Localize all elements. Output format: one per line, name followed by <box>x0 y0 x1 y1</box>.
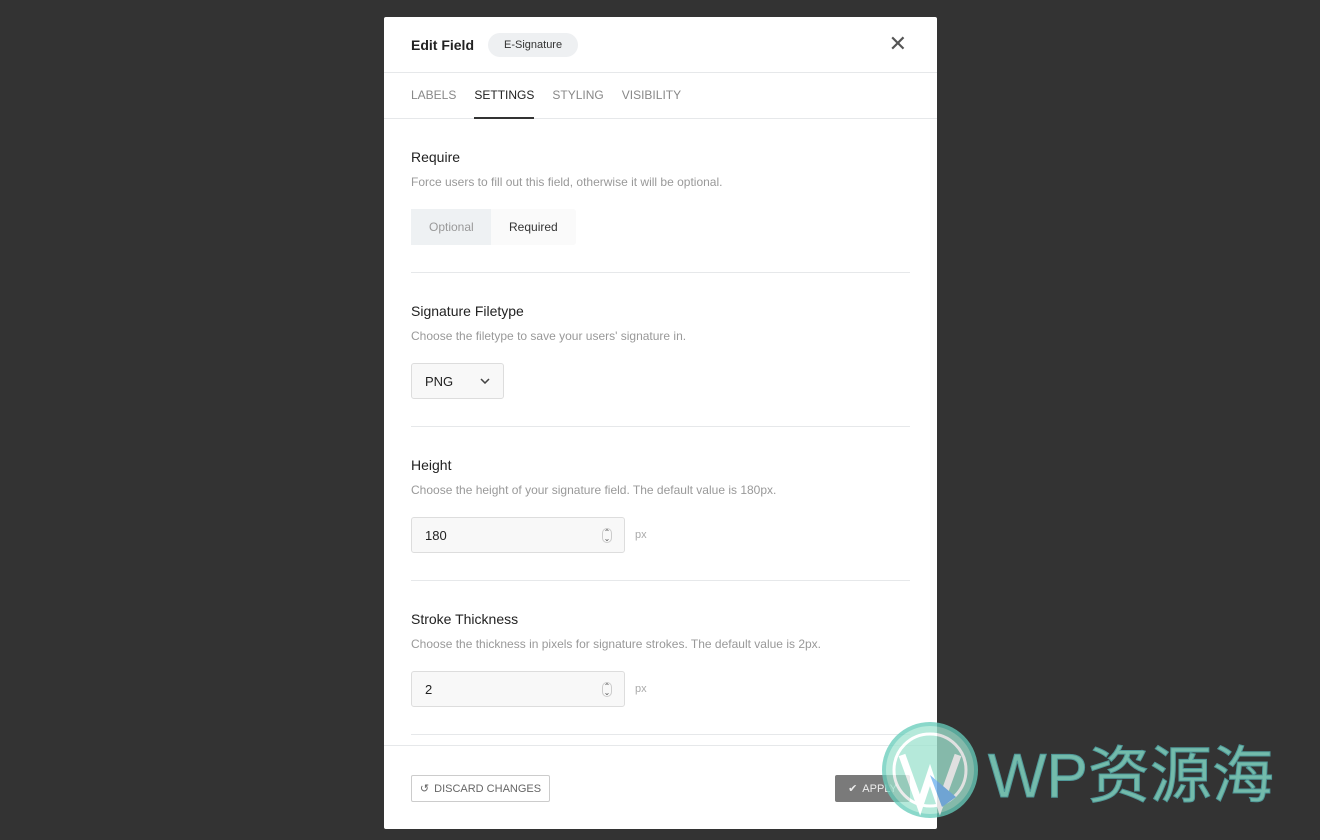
filetype-select[interactable]: PNG <box>411 363 504 399</box>
required-option[interactable]: Required <box>491 209 576 245</box>
close-icon[interactable]: ✕ <box>889 33 907 55</box>
filetype-value: PNG <box>425 373 454 389</box>
section-title: Stroke Thickness <box>411 611 519 627</box>
stroke-input[interactable]: 2 ⌃ ⌄ <box>411 671 625 707</box>
section-description: Choose the thickness in pixels for signa… <box>411 637 821 651</box>
undo-icon: ↺ <box>419 783 430 795</box>
height-section: Height Choose the height of your signatu… <box>411 427 910 581</box>
spinner-icon[interactable]: ⌃ ⌄ <box>602 681 612 697</box>
modal-title: Edit Field <box>411 36 474 53</box>
stroke-value: 2 <box>425 681 433 697</box>
tab-visibility[interactable]: VISIBILITY <box>622 73 681 119</box>
tab-settings[interactable]: SETTINGS <box>474 73 535 119</box>
section-description: Choose the height of your signature fiel… <box>411 483 777 497</box>
discard-label: DISCARD CHANGES <box>434 782 542 795</box>
section-title: Height <box>411 457 452 473</box>
modal-footer: ↺ DISCARD CHANGES ✔ APPLY <box>384 745 937 829</box>
modal-header: Edit Field E-Signature ✕ <box>384 17 937 73</box>
discard-changes-button[interactable]: ↺ DISCARD CHANGES <box>411 775 550 802</box>
chevron-down-icon <box>480 378 490 384</box>
section-title: Signature Filetype <box>411 303 524 319</box>
stroke-section: Stroke Thickness Choose the thickness in… <box>411 581 910 735</box>
tab-styling[interactable]: STYLING <box>552 73 603 119</box>
edit-field-modal: Edit Field E-Signature ✕ LABELS SETTINGS… <box>384 17 937 829</box>
height-value: 180 <box>425 527 447 543</box>
section-title: Require <box>411 149 461 165</box>
require-toggle: Optional Required <box>411 209 576 245</box>
watermark: WP资源海 <box>880 720 1274 820</box>
optional-option[interactable]: Optional <box>411 209 491 245</box>
height-unit: px <box>635 529 647 541</box>
tab-bar: LABELS SETTINGS STYLING VISIBILITY <box>384 73 937 119</box>
height-input[interactable]: 180 ⌃ ⌄ <box>411 517 625 553</box>
tab-labels[interactable]: LABELS <box>411 73 456 119</box>
require-section: Require Force users to fill out this fie… <box>411 119 910 273</box>
field-type-badge: E-Signature <box>488 32 579 57</box>
check-icon: ✔ <box>848 783 858 795</box>
section-description: Force users to fill out this field, othe… <box>411 175 723 189</box>
section-description: Choose the filetype to save your users' … <box>411 329 687 343</box>
spinner-icon[interactable]: ⌃ ⌄ <box>602 527 612 543</box>
filetype-section: Signature Filetype Choose the filetype t… <box>411 273 910 427</box>
watermark-text: WP资源海 <box>988 742 1275 812</box>
stroke-unit: px <box>635 683 647 695</box>
wordpress-logo-icon <box>882 722 978 818</box>
